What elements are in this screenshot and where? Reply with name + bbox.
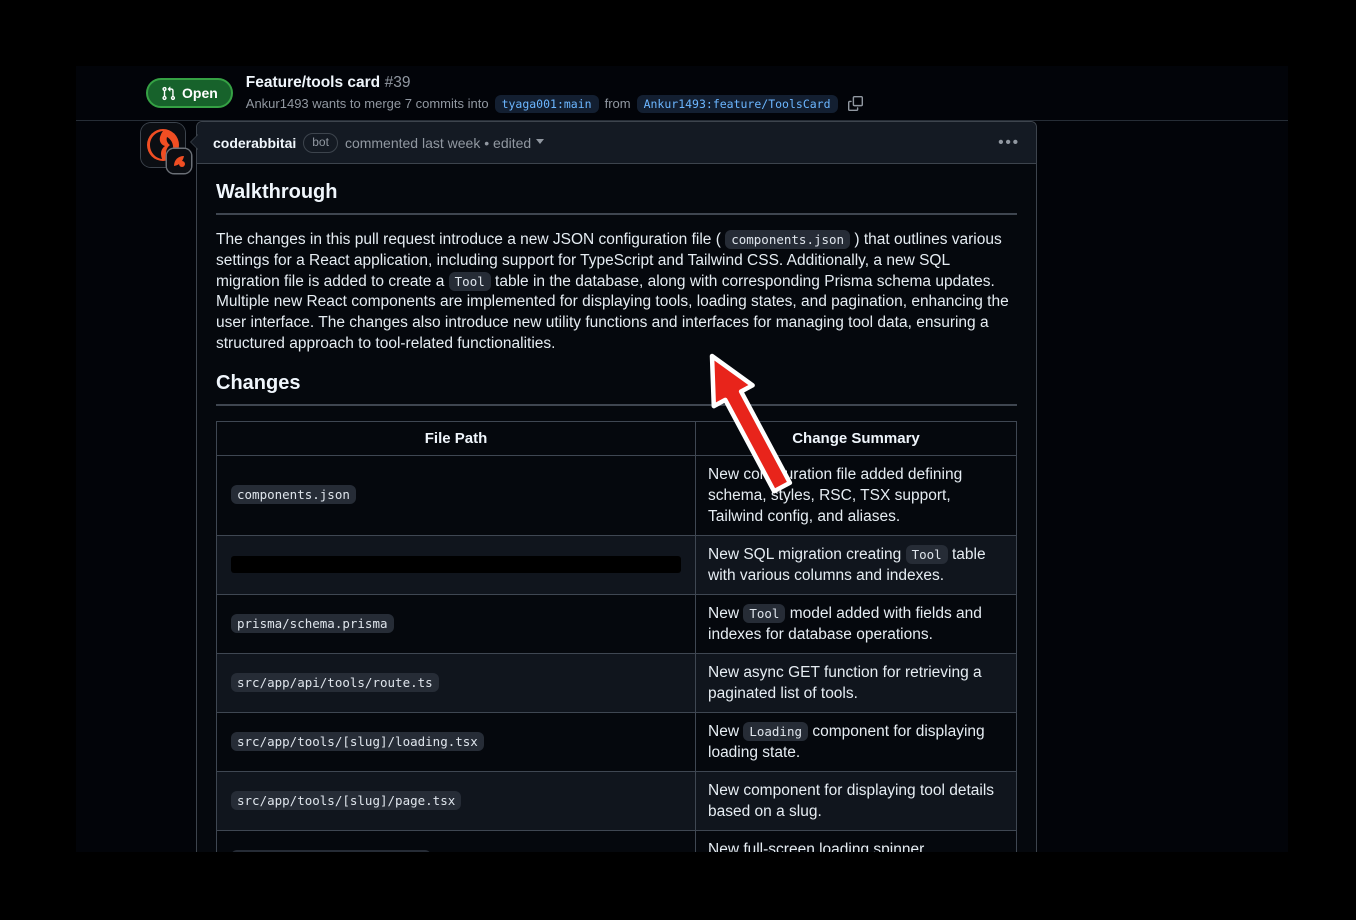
file-path-code: components.json — [231, 485, 356, 504]
pr-header: Open Feature/tools card #39 Ankur1493 wa… — [76, 66, 1288, 121]
changes-table: File Path Change Summary components.json… — [216, 421, 1017, 852]
pr-title: Feature/tools card #39 — [246, 74, 863, 92]
walkthrough-paragraph: The changes in this pull request introdu… — [216, 230, 1017, 355]
redacted-file-path — [231, 556, 681, 573]
copy-branch-icon[interactable] — [848, 96, 863, 111]
file-path-code: src/app/tools/[slug]/loading.tsx — [231, 732, 484, 751]
changes-heading: Changes — [216, 372, 1017, 406]
pr-state-label: Open — [182, 85, 218, 101]
file-path-code: src/app/tools/loading.tsx — [231, 850, 431, 852]
column-header-change-summary: Change Summary — [696, 421, 1017, 455]
pr-state-badge: Open — [146, 78, 233, 108]
comment-author[interactable]: coderabbitai — [213, 135, 296, 151]
avatar-mini-badge-icon — [167, 149, 191, 173]
walkthrough-heading: Walkthrough — [216, 181, 1017, 215]
comment-meta: commented last week • edited — [345, 135, 544, 151]
comment-card: coderabbitai bot commented last week • e… — [196, 121, 1037, 852]
inline-code: Tool — [906, 545, 948, 564]
table-row: New SQL migration creating Tool table wi… — [217, 535, 1017, 594]
pr-number: #39 — [385, 74, 411, 91]
edited-label[interactable]: edited — [493, 135, 531, 151]
table-row: components.json New configuration file ad… — [217, 455, 1017, 535]
chevron-down-icon[interactable] — [536, 139, 544, 148]
base-branch-badge[interactable]: tyaga001:main — [495, 95, 599, 113]
change-summary-cell: New Loading component for displaying loa… — [696, 712, 1017, 771]
avatar[interactable] — [141, 123, 185, 167]
file-path-cell: src/app/tools/loading.tsx — [217, 830, 696, 852]
pr-merge-text: Ankur1493 wants to merge 7 commits into — [246, 96, 489, 111]
change-summary-cell: New async GET function for retrieving a … — [696, 653, 1017, 712]
file-path-cell: src/app/api/tools/route.ts — [217, 653, 696, 712]
inline-code: Tool — [743, 604, 785, 623]
change-summary-cell: New component for displaying tool detail… — [696, 771, 1017, 830]
comment-body: Walkthrough The changes in this pull req… — [197, 164, 1036, 852]
column-header-file-path: File Path — [217, 421, 696, 455]
comment-header: coderabbitai bot commented last week • e… — [197, 122, 1036, 164]
file-path-code: src/app/tools/[slug]/page.tsx — [231, 791, 461, 810]
head-branch-badge[interactable]: Ankur1493:feature/ToolsCard — [637, 95, 838, 113]
table-row: src/app/tools/[slug]/page.tsx New compone… — [217, 771, 1017, 830]
change-summary-cell: New configuration file added defining sc… — [696, 455, 1017, 535]
file-path-cell — [217, 535, 696, 594]
inline-code: Tool — [449, 272, 491, 291]
file-path-code: src/app/api/tools/route.ts — [231, 673, 439, 692]
file-path-cell: src/app/tools/[slug]/page.tsx — [217, 771, 696, 830]
file-path-code: prisma/schema.prisma — [231, 614, 394, 633]
table-row: prisma/schema.prisma New Tool model added… — [217, 594, 1017, 653]
file-path-cell: prisma/schema.prisma — [217, 594, 696, 653]
pr-subtitle: Ankur1493 wants to merge 7 commits into … — [246, 95, 863, 113]
change-summary-cell: New SQL migration creating Tool table wi… — [696, 535, 1017, 594]
table-row: src/app/api/tools/route.ts New async GET … — [217, 653, 1017, 712]
file-path-cell: components.json — [217, 455, 696, 535]
from-label: from — [605, 96, 631, 111]
change-summary-cell: New full-screen loading spinner componen… — [696, 830, 1017, 852]
table-row: src/app/tools/loading.tsx New full-screen… — [217, 830, 1017, 852]
git-pull-request-icon — [161, 86, 176, 101]
inline-code: components.json — [725, 230, 850, 249]
kebab-menu-icon[interactable]: ••• — [998, 134, 1020, 151]
bot-badge: bot — [303, 133, 338, 153]
table-row: src/app/tools/[slug]/loading.tsx New Load… — [217, 712, 1017, 771]
inline-code: Loading — [743, 722, 808, 741]
change-summary-cell: New Tool model added with fields and ind… — [696, 594, 1017, 653]
browser-viewport: Open Feature/tools card #39 Ankur1493 wa… — [76, 66, 1288, 852]
file-path-cell: src/app/tools/[slug]/loading.tsx — [217, 712, 696, 771]
